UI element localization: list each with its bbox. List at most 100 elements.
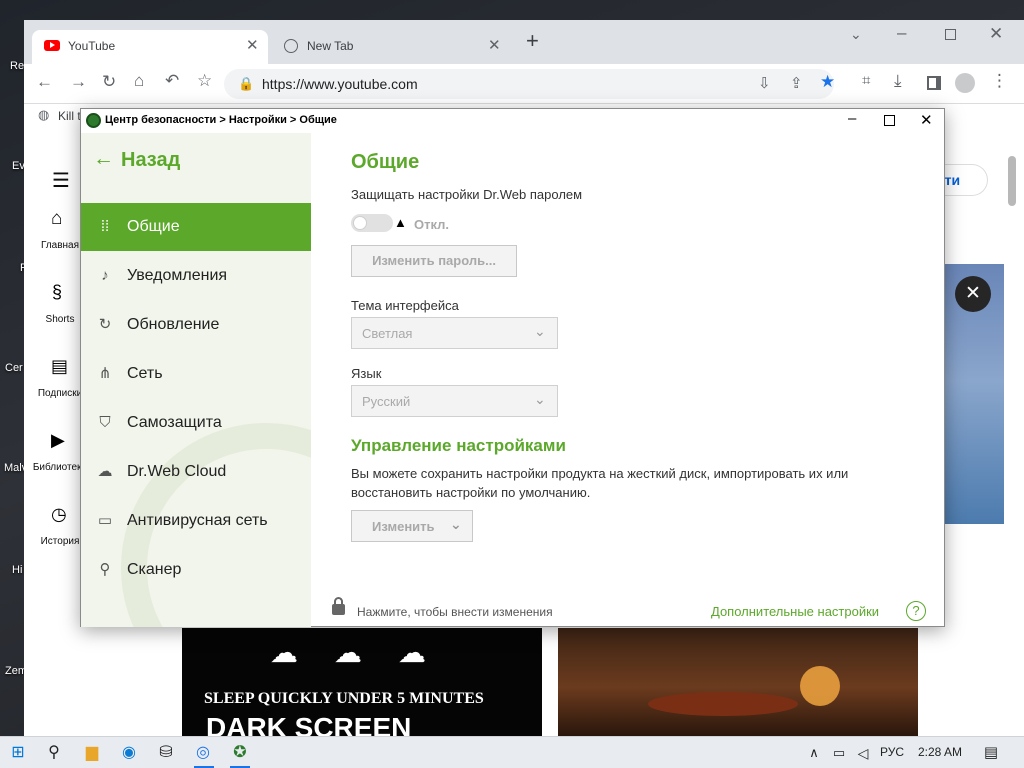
- home-icon: ⌂: [51, 208, 63, 229]
- help-button[interactable]: ?: [906, 601, 926, 621]
- store-icon[interactable]: ⛁: [156, 743, 176, 763]
- bookmarked-star-icon[interactable]: ★: [820, 72, 835, 92]
- desktop-icon-label[interactable]: Re: [10, 60, 24, 72]
- tab-search-icon[interactable]: ⌄: [850, 26, 862, 43]
- chevron-down-icon: ⌄: [534, 391, 546, 407]
- change-settings-button[interactable]: Изменить ⌄: [351, 510, 473, 542]
- drweb-taskbar-icon[interactable]: ✪: [230, 743, 250, 763]
- lock-icon[interactable]: [331, 597, 346, 615]
- nav-item-label: Обновление: [127, 316, 220, 333]
- close-tab-icon[interactable]: ✕: [246, 36, 259, 54]
- bookmark-star-icon[interactable]: ☆: [197, 71, 212, 91]
- nav-item-update[interactable]: ↻ Обновление: [81, 301, 311, 349]
- desktop-icon-label[interactable]: Ev: [12, 160, 25, 172]
- nav-item-self-protection[interactable]: ⛉ Самозащита: [81, 399, 311, 447]
- maximize-icon[interactable]: [945, 29, 956, 40]
- table-image: [648, 692, 798, 716]
- bell-icon: ♪: [101, 267, 109, 284]
- language-indicator[interactable]: РУС: [880, 745, 904, 759]
- profile-avatar[interactable]: [955, 73, 975, 93]
- minimize-icon[interactable]: –: [848, 110, 856, 127]
- nav-item-notifications[interactable]: ♪ Уведомления: [81, 252, 311, 300]
- language-select-value: Русский: [362, 394, 411, 409]
- cloud-icon: ☁: [334, 637, 362, 668]
- lock-icon[interactable]: 🔒: [238, 76, 254, 92]
- minimize-icon[interactable]: –: [897, 23, 906, 43]
- nav-item-scanner[interactable]: ⚲ Сканер: [81, 546, 311, 594]
- edge-icon[interactable]: ◉: [119, 743, 139, 763]
- maximize-icon[interactable]: [884, 115, 895, 126]
- mouse-cursor-icon: ▲: [394, 215, 407, 230]
- lock-body: [332, 604, 345, 615]
- crop-icon[interactable]: ⌗: [862, 72, 870, 89]
- back-button[interactable]: ← Назад: [93, 147, 273, 177]
- chevron-down-icon: ⌄: [450, 516, 462, 532]
- close-overlay-button[interactable]: ✕: [955, 276, 991, 312]
- forward-icon[interactable]: →: [70, 72, 87, 92]
- thumbnail-text: DARK SCREEN: [206, 712, 412, 736]
- video-thumbnail[interactable]: ☁ ☁ ☁ SLEEP QUICKLY UNDER 5 MINUTES DARK…: [182, 628, 542, 736]
- clock[interactable]: 2:28 AM: [918, 745, 962, 759]
- menu-dots-icon[interactable]: ⋮: [991, 71, 1008, 91]
- hamburger-menu-icon[interactable]: ☰: [52, 168, 70, 193]
- close-window-icon[interactable]: ✕: [920, 111, 933, 129]
- url-text[interactable]: https://www.youtube.com: [262, 76, 418, 92]
- password-toggle[interactable]: [351, 214, 393, 232]
- close-icon: ✕: [965, 283, 981, 304]
- download-icon[interactable]: ⤓: [894, 71, 902, 91]
- taskbar: ⊞ ⚲ ▆ ◉ ⛁ ◎ ✪ ∧ ▭ ◁ РУС 2:28 AM ▤: [0, 736, 1024, 768]
- tab-youtube[interactable]: YouTube ✕: [32, 30, 268, 64]
- back-label: Назад: [121, 149, 181, 171]
- share-icon[interactable]: ⇪: [790, 74, 803, 92]
- thumbnail-text: SLEEP QUICKLY UNDER 5 MINUTES: [204, 690, 484, 707]
- close-window-icon[interactable]: ✕: [989, 24, 1003, 44]
- nav-item-label: Сеть: [127, 365, 163, 382]
- change-settings-label: Изменить: [372, 519, 435, 534]
- address-bar[interactable]: 🔒 https://www.youtube.com ⇩ ⇪ ★: [224, 69, 835, 99]
- chevron-down-icon: ⌄: [534, 323, 546, 339]
- reload-icon[interactable]: ↻: [102, 72, 116, 92]
- desktop-icon-label[interactable]: Cer: [5, 362, 23, 374]
- side-panel-icon[interactable]: [927, 76, 941, 90]
- language-select[interactable]: Русский ⌄: [351, 385, 558, 417]
- nav-item-network[interactable]: ⋔ Сеть: [81, 350, 311, 398]
- title-bar: Центр безопасности > Настройки > Общие –…: [81, 109, 944, 133]
- nav-item-general[interactable]: ⁞⁞ Общие: [81, 203, 311, 251]
- notification-icon[interactable]: ▤: [981, 743, 1001, 763]
- tray-app-icon[interactable]: ▭: [829, 743, 849, 763]
- speaker-muted-icon[interactable]: ◁: [853, 743, 873, 763]
- new-tab-button[interactable]: +: [526, 28, 539, 54]
- network-icon: ⋔: [98, 365, 112, 382]
- tab-new-tab[interactable]: New Tab ✕: [276, 30, 512, 64]
- close-tab-icon[interactable]: ✕: [488, 36, 501, 54]
- history-icon: ◷: [51, 504, 67, 524]
- refresh-icon: ↻: [98, 316, 112, 333]
- window-title: Центр безопасности > Настройки > Общие: [105, 114, 337, 126]
- desktop-icon-label[interactable]: Hi: [12, 564, 22, 576]
- lock-hint[interactable]: Нажмите, чтобы внести изменения: [357, 605, 553, 619]
- change-password-button[interactable]: Изменить пароль...: [351, 245, 517, 277]
- scrollbar-thumb[interactable]: [1008, 156, 1016, 206]
- bookmark-item[interactable]: Kill t: [58, 109, 81, 123]
- nav-item-antivirus-network[interactable]: ▭ Антивирусная сеть: [81, 497, 311, 545]
- search-icon[interactable]: ⚲: [44, 743, 64, 763]
- home-icon[interactable]: ⌂: [134, 71, 144, 91]
- install-icon[interactable]: ⇩: [758, 74, 771, 92]
- windows-start-icon[interactable]: ⊞: [8, 743, 28, 763]
- tray-chevron-icon[interactable]: ∧: [804, 743, 824, 763]
- tab-title: YouTube: [68, 39, 116, 53]
- back-arrow-icon: ←: [93, 147, 114, 170]
- undo-icon[interactable]: ↶: [165, 71, 179, 91]
- library-icon: ▶: [51, 430, 65, 450]
- help-icon: ?: [912, 603, 920, 618]
- password-protect-label: Защищать настройки Dr.Web паролем: [351, 187, 583, 202]
- video-thumbnail[interactable]: [558, 628, 918, 736]
- globe-icon: [284, 39, 298, 53]
- chrome-icon[interactable]: ◎: [193, 743, 213, 763]
- nav-item-cloud[interactable]: ☁ Dr.Web Cloud: [81, 448, 311, 496]
- file-explorer-icon[interactable]: ▆: [82, 743, 102, 763]
- theme-select[interactable]: Светлая ⌄: [351, 317, 558, 349]
- advanced-settings-link[interactable]: Дополнительные настройки: [711, 604, 879, 619]
- nav-item-label: Сканер: [127, 561, 182, 578]
- back-icon[interactable]: ←: [36, 72, 53, 92]
